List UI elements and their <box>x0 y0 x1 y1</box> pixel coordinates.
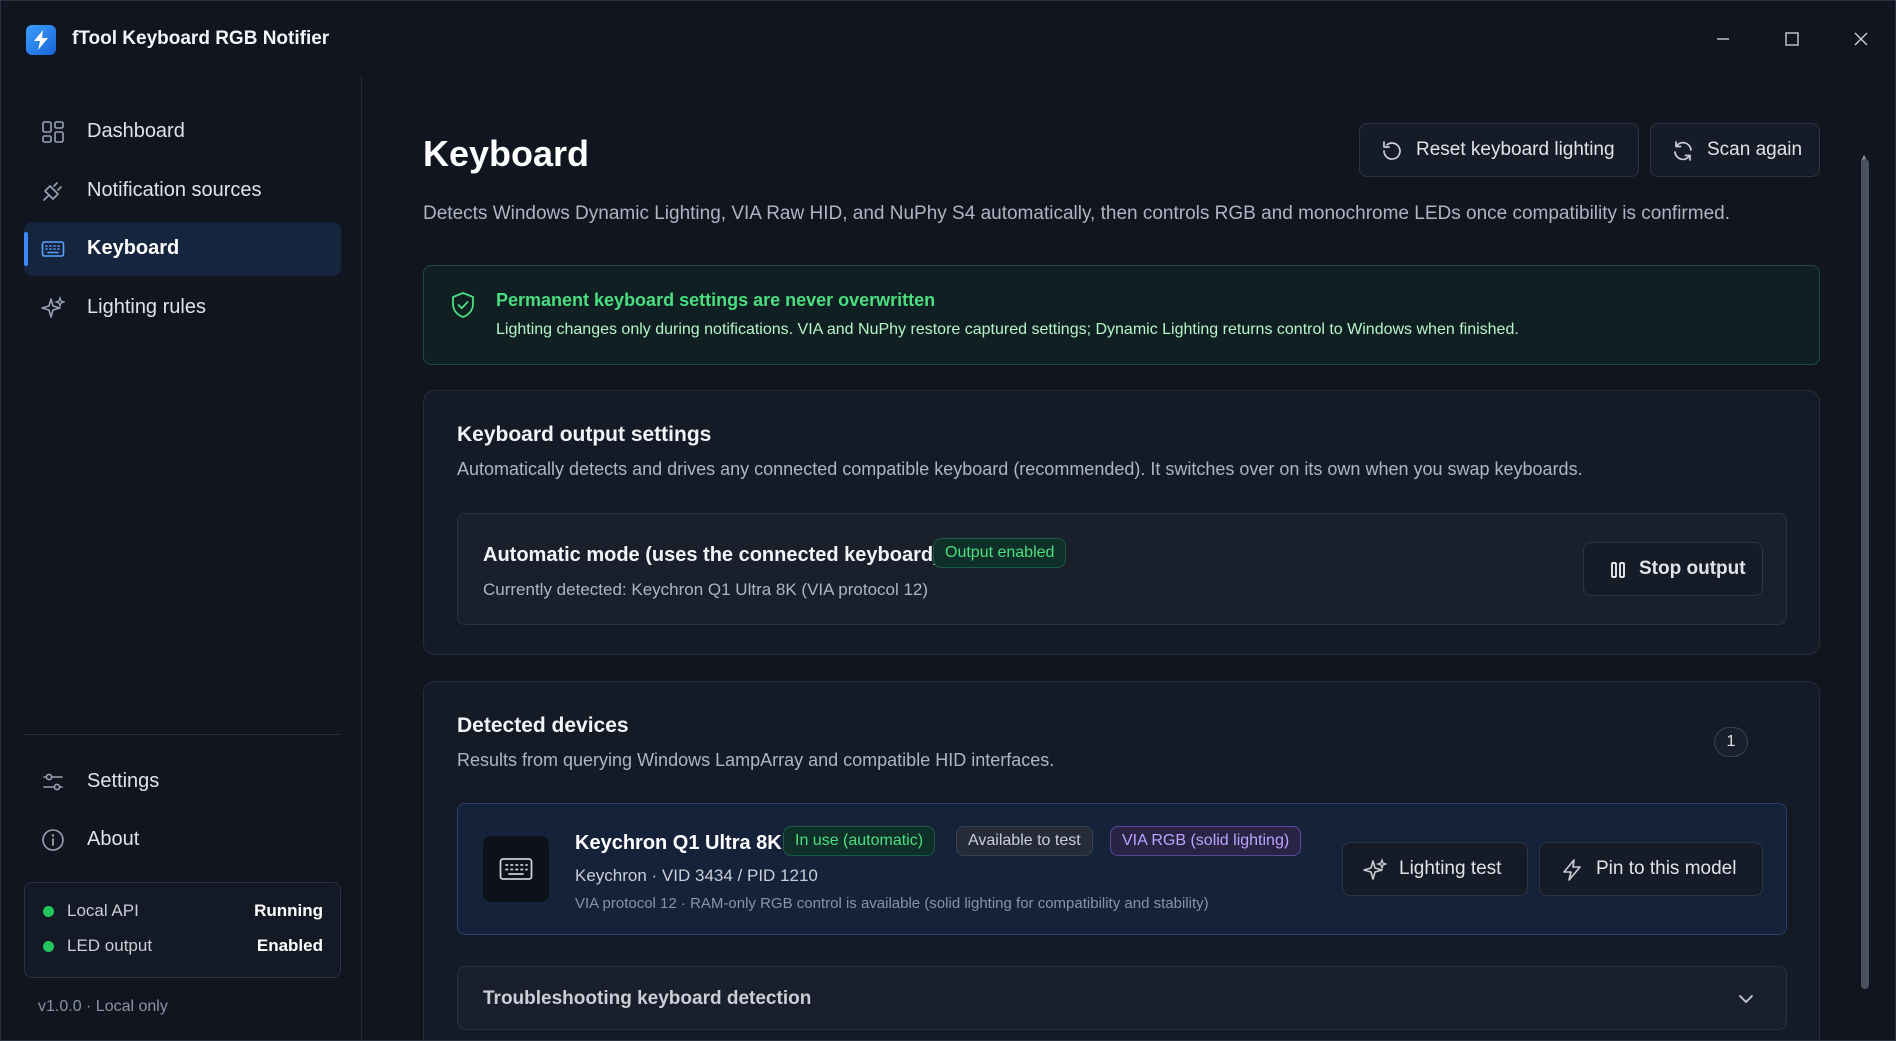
keyboard-output-settings-card: Keyboard output settings Automatically d… <box>423 390 1820 655</box>
dashboard-icon <box>41 120 65 144</box>
notice-text: Lighting changes only during notificatio… <box>496 321 1519 338</box>
app-window: fTool Keyboard RGB Notifier Dashboard No… <box>0 0 1896 1041</box>
button-label: Lighting test <box>1399 858 1502 879</box>
main-scrollbar[interactable] <box>1861 159 1869 989</box>
device-vendor-line: Keychron · VID 3434 / PID 1210 <box>575 866 818 885</box>
settings-safety-notice: Permanent keyboard settings are never ov… <box>423 265 1820 365</box>
maximize-icon <box>1785 32 1799 46</box>
device-protocol-badge: VIA RGB (solid lighting) <box>1110 826 1302 856</box>
card-title: Keyboard output settings <box>457 423 712 446</box>
lighting-test-button[interactable]: Lighting test <box>1342 842 1528 896</box>
accordion-title: Troubleshooting keyboard detection <box>483 988 812 1009</box>
scan-again-button[interactable]: Scan again <box>1650 123 1820 177</box>
button-label: Stop output <box>1639 558 1746 579</box>
sliders-icon <box>41 770 65 794</box>
plug-icon <box>41 179 65 203</box>
sidebar: Dashboard Notification sources Keyboard … <box>1 75 362 1040</box>
close-icon <box>1854 32 1868 46</box>
keyboard-icon <box>41 237 65 261</box>
chevron-down-icon <box>1736 989 1756 1009</box>
sidebar-item-keyboard[interactable]: Keyboard <box>24 222 341 276</box>
window-title: fTool Keyboard RGB Notifier <box>72 28 330 49</box>
sparkles-icon <box>1363 858 1387 882</box>
button-label: Scan again <box>1707 139 1803 160</box>
mode-detected-text: Currently detected: Keychron Q1 Ultra 8K… <box>483 580 929 599</box>
sidebar-item-label: Lighting rules <box>87 296 206 318</box>
reset-keyboard-lighting-button[interactable]: Reset keyboard lighting <box>1359 123 1639 177</box>
maximize-button[interactable] <box>1772 21 1812 57</box>
pin-to-this-model-button[interactable]: Pin to this model <box>1539 842 1763 896</box>
pause-icon <box>1606 558 1630 582</box>
app-version: v1.0.0 · Local only <box>38 998 168 1015</box>
device-testable-badge: Available to test <box>956 826 1093 856</box>
title-bar[interactable]: fTool Keyboard RGB Notifier <box>1 1 1895 75</box>
info-icon <box>41 828 65 852</box>
minimize-button[interactable] <box>1703 21 1743 57</box>
notice-title: Permanent keyboard settings are never ov… <box>496 290 936 310</box>
status-label: LED output <box>67 936 153 955</box>
sidebar-item-label: Keyboard <box>87 237 180 259</box>
device-thumbnail <box>483 836 549 902</box>
service-status-panel: Local API Running LED output Enabled <box>24 882 341 978</box>
page-description: Detects Windows Dynamic Lighting, VIA Ra… <box>423 203 1730 224</box>
main-content: Keyboard Reset keyboard lighting Scan ag… <box>363 75 1873 1040</box>
keyboard-icon <box>499 858 533 880</box>
minimize-icon <box>1717 38 1729 40</box>
sidebar-divider <box>24 734 341 735</box>
button-label: Reset keyboard lighting <box>1416 139 1615 160</box>
sidebar-item-dashboard[interactable]: Dashboard <box>24 105 341 159</box>
device-name: Keychron Q1 Ultra 8K <box>575 832 782 854</box>
device-row: Keychron Q1 Ultra 8K In use (automatic) … <box>457 803 1787 935</box>
status-led-output: LED output Enabled <box>43 935 323 959</box>
refresh-icon <box>1671 139 1695 163</box>
lightning-icon <box>1560 858 1584 882</box>
sidebar-item-notification-sources[interactable]: Notification sources <box>24 164 341 218</box>
status-dot <box>43 941 54 952</box>
card-subtitle: Results from querying Windows LampArray … <box>457 750 1055 770</box>
sidebar-item-settings[interactable]: Settings <box>24 755 341 809</box>
detected-devices-card: Detected devices Results from querying W… <box>423 681 1820 1040</box>
device-detail-line: VIA protocol 12 · RAM-only RGB control i… <box>575 895 1209 912</box>
status-dot <box>43 906 54 917</box>
close-button[interactable] <box>1841 21 1881 57</box>
sidebar-item-lighting-rules[interactable]: Lighting rules <box>24 281 341 335</box>
shield-check-icon <box>450 291 476 319</box>
card-title: Detected devices <box>457 714 629 737</box>
button-label: Pin to this model <box>1596 858 1737 879</box>
sidebar-item-label: Notification sources <box>87 179 262 201</box>
stop-output-button[interactable]: Stop output <box>1583 542 1763 596</box>
sidebar-item-label: Settings <box>87 770 160 792</box>
reset-icon <box>1380 139 1404 163</box>
status-value: Running <box>254 901 323 920</box>
sidebar-item-label: About <box>87 828 140 850</box>
automatic-mode-panel: Automatic mode (uses the connected keybo… <box>457 513 1787 625</box>
mode-title: Automatic mode (uses the connected keybo… <box>483 544 940 566</box>
troubleshooting-accordion[interactable]: Troubleshooting keyboard detection <box>457 966 1787 1030</box>
status-value: Enabled <box>256 936 323 955</box>
device-in-use-badge: In use (automatic) <box>783 826 936 856</box>
sparkles-icon <box>41 296 65 320</box>
status-local-api: Local API Running <box>43 900 323 924</box>
card-subtitle: Automatically detects and drives any con… <box>457 459 1583 479</box>
app-logo-icon <box>26 25 56 55</box>
device-count-badge: 1 <box>1714 727 1748 757</box>
sidebar-item-label: Dashboard <box>87 120 185 142</box>
status-badge: Output enabled <box>933 538 1067 568</box>
sidebar-item-about[interactable]: About <box>24 813 341 867</box>
status-label: Local API <box>67 901 139 920</box>
page-title: Keyboard <box>423 133 590 174</box>
